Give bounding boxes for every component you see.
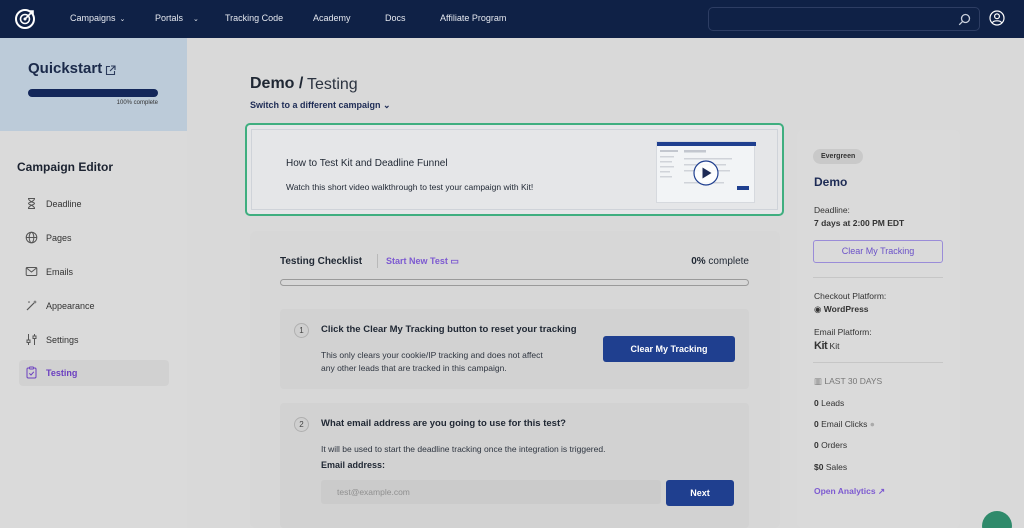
hourglass-icon xyxy=(25,197,38,215)
page-title: Testing xyxy=(307,76,358,93)
calendar-icon: ▭ xyxy=(450,256,459,266)
stats-period: ▥ LAST 30 DAYS xyxy=(814,376,883,386)
step-description: This only clears your cookie/IP tracking… xyxy=(321,350,543,360)
stat-email-clicks: 0 Email Clicks ● xyxy=(814,419,875,429)
clear-my-tracking-button[interactable]: Clear My Tracking xyxy=(603,336,735,362)
quickstart-progress-label: 100% complete xyxy=(116,100,158,106)
sidebar-item-testing[interactable]: Testing xyxy=(19,360,169,386)
search-icon[interactable] xyxy=(958,13,971,26)
email-platform-label: Email Platform: xyxy=(814,327,872,337)
stat-leads: 0 Leads xyxy=(814,398,845,408)
bar-chart-icon: ▥ xyxy=(814,376,823,386)
sidebar-item-pages[interactable]: Pages xyxy=(19,225,169,251)
nav-academy[interactable]: Academy xyxy=(313,13,351,23)
app-logo-icon[interactable] xyxy=(14,8,36,30)
chevron-down-icon: ⌄ xyxy=(193,16,199,23)
search-input[interactable] xyxy=(708,7,980,31)
stat-orders: 0 Orders xyxy=(814,440,848,450)
campaign-summary-panel: Evergreen Demo Deadline: 7 days at 2:00 … xyxy=(797,130,960,528)
step-number: 2 xyxy=(294,417,309,432)
email-field[interactable] xyxy=(321,480,661,504)
clear-tracking-panel-button[interactable]: Clear My Tracking xyxy=(813,240,943,263)
switch-campaign-link[interactable]: Switch to a different campaign ⌄ xyxy=(250,100,391,111)
video-title: How to Test Kit and Deadline Funnel xyxy=(286,158,448,169)
deadline-value: 7 days at 2:00 PM EDT xyxy=(814,218,905,228)
next-button[interactable]: Next xyxy=(666,480,734,506)
external-link-icon[interactable] xyxy=(105,63,116,81)
checklist-step-1: 1 Click the Clear My Tracking button to … xyxy=(280,309,749,389)
sidebar-item-label: Testing xyxy=(46,368,78,378)
email-platform-value: Kit Kit xyxy=(814,340,840,352)
stat-sales: $0 Sales xyxy=(814,462,848,472)
step-heading: What email address are you going to use … xyxy=(321,418,566,429)
nav-portals[interactable]: Portals ⌄ xyxy=(155,13,199,23)
step-description: any other leads that are tracked in this… xyxy=(321,363,507,373)
sidebar-item-label: Deadline xyxy=(46,199,82,209)
left-sidebar: Quickstart 100% complete Campaign Editor… xyxy=(0,38,187,528)
video-walkthrough-card[interactable]: How to Test Kit and Deadline Funnel Watc… xyxy=(245,123,784,216)
sidebar-item-label: Pages xyxy=(46,233,72,243)
campaign-editor-title: Campaign Editor xyxy=(17,160,114,174)
external-link-icon: ↗ xyxy=(877,486,886,496)
step-number: 1 xyxy=(294,323,309,338)
checklist-percent: 0% complete xyxy=(691,256,749,267)
quickstart-progress-bar xyxy=(28,89,158,97)
testing-checklist: Testing Checklist Start New Test ▭ 0% co… xyxy=(250,231,780,528)
checklist-title: Testing Checklist xyxy=(280,256,363,267)
checklist-step-2: 2 What email address are you going to us… xyxy=(280,403,749,528)
sidebar-item-label: Emails xyxy=(46,267,74,277)
checkout-platform-value: ◉ WordPress xyxy=(814,304,869,314)
checklist-progress-bar xyxy=(280,279,749,286)
deadline-label: Deadline: xyxy=(814,205,850,215)
nav-docs[interactable]: Docs xyxy=(385,13,406,23)
divider xyxy=(813,362,943,363)
nav-campaigns[interactable]: Campaigns ⌄ xyxy=(70,13,125,23)
step-heading: Click the Clear My Tracking button to re… xyxy=(321,324,577,335)
quickstart-panel: Quickstart 100% complete xyxy=(0,38,187,131)
video-subtitle: Watch this short video walkthrough to te… xyxy=(286,182,534,192)
campaign-name: Demo xyxy=(814,175,848,189)
sidebar-item-deadline[interactable]: Deadline xyxy=(19,191,169,217)
clipboard-check-icon xyxy=(25,366,38,384)
nav-tracking-code[interactable]: Tracking Code xyxy=(225,13,283,23)
video-thumbnail[interactable] xyxy=(656,141,756,203)
wordpress-icon: ◉ xyxy=(814,304,822,314)
kit-logo-icon: Kit xyxy=(814,340,828,352)
divider xyxy=(813,277,943,278)
start-new-test-link[interactable]: Start New Test ▭ xyxy=(386,256,459,267)
top-navbar: Campaigns ⌄ Portals ⌄ Tracking Code Academ… xyxy=(0,0,1024,38)
nav-affiliate-program[interactable]: Affiliate Program xyxy=(440,13,506,23)
checkout-platform-label: Checkout Platform: xyxy=(814,291,887,301)
info-icon[interactable]: ● xyxy=(870,419,875,429)
sliders-icon xyxy=(25,333,38,351)
chevron-down-icon: ⌄ xyxy=(119,16,126,23)
quickstart-title[interactable]: Quickstart xyxy=(28,60,102,77)
open-analytics-link[interactable]: Open Analytics ↗ xyxy=(814,486,885,497)
step-description: It will be used to start the deadline tr… xyxy=(321,444,606,454)
sidebar-item-appearance[interactable]: Appearance xyxy=(19,293,169,319)
sidebar-item-label: Appearance xyxy=(46,301,95,311)
chat-widget-button[interactable] xyxy=(982,511,1012,528)
mail-icon xyxy=(25,265,38,283)
divider xyxy=(377,254,378,268)
video-card-inner: How to Test Kit and Deadline Funnel Watc… xyxy=(251,129,778,210)
magic-wand-icon xyxy=(25,299,38,317)
globe-icon xyxy=(25,231,38,249)
sidebar-item-emails[interactable]: Emails xyxy=(19,259,169,285)
status-badge: Evergreen xyxy=(813,149,864,164)
chevron-down-icon: ⌄ xyxy=(383,100,391,110)
user-avatar-icon[interactable] xyxy=(989,10,1005,31)
sidebar-item-label: Settings xyxy=(46,335,79,345)
breadcrumb-campaign[interactable]: Demo / xyxy=(250,75,303,93)
sidebar-item-settings[interactable]: Settings xyxy=(19,327,169,353)
email-label: Email address: xyxy=(321,460,386,470)
